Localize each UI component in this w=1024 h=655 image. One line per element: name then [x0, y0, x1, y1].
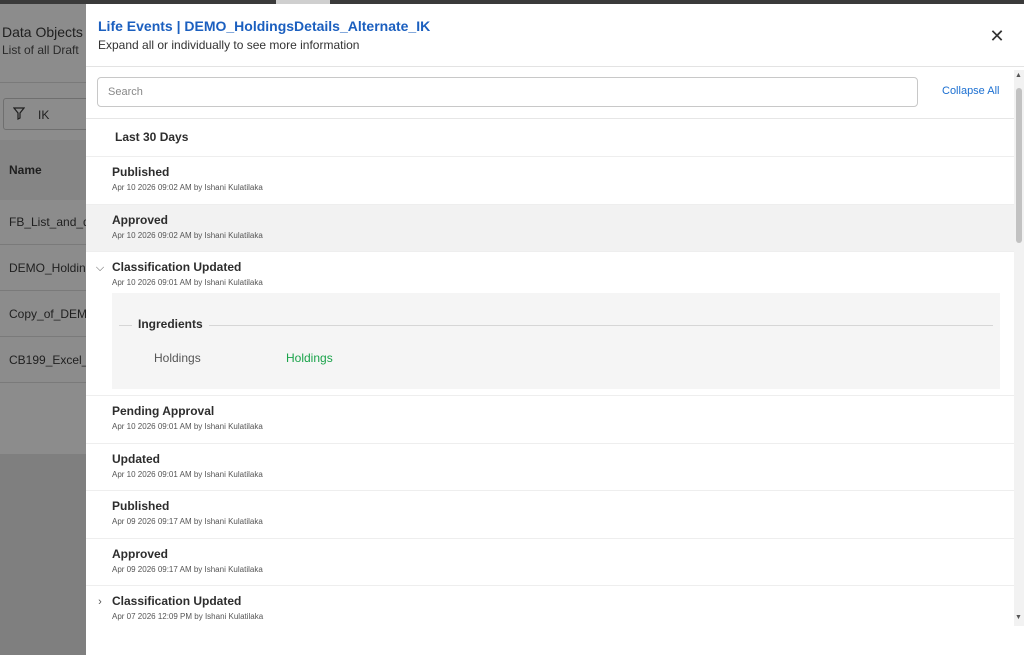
section-heading: Last 30 Days — [86, 119, 1014, 157]
modal-header: Life Events | DEMO_HoldingsDetails_Alter… — [86, 4, 1024, 67]
search-input[interactable] — [97, 77, 918, 107]
event-meta: Apr 09 2026 09:17 AM by Ishani Kulatilak… — [112, 517, 263, 526]
detail-new-value: Holdings — [286, 351, 333, 365]
event-meta: Apr 10 2026 09:01 AM by Ishani Kulatilak… — [112, 422, 263, 431]
event-meta: Apr 10 2026 09:02 AM by Ishani Kulatilak… — [112, 230, 263, 240]
scroll-up-icon[interactable]: ▲ — [1015, 72, 1022, 79]
event-item[interactable]: Published Apr 09 2026 09:17 AM by Ishani… — [86, 491, 1014, 539]
event-meta: Apr 07 2026 12:09 PM by Ishani Kulatilak… — [112, 612, 264, 621]
background-filter-value: IK — [38, 108, 50, 122]
background-table-header: Name — [0, 140, 86, 200]
modal-title: Life Events | DEMO_HoldingsDetails_Alter… — [98, 18, 431, 34]
event-item[interactable]: Updated Apr 10 2026 09:01 AM by Ishani K… — [86, 444, 1014, 491]
table-cell-name: DEMO_Holding — [9, 261, 86, 275]
chevron-right-icon[interactable]: › — [94, 596, 106, 608]
life-events-modal: Life Events | DEMO_HoldingsDetails_Alter… — [86, 4, 1024, 655]
event-item[interactable]: Approved Apr 09 2026 09:17 AM by Ishani … — [86, 539, 1014, 586]
event-item[interactable]: Approved Apr 10 2026 09:02 AM by Ishani … — [86, 204, 1014, 252]
event-meta: Apr 10 2026 09:01 AM by Ishani Kulatilak… — [112, 278, 263, 287]
scroll-down-icon[interactable]: ▼ — [1015, 614, 1022, 621]
event-name: Updated — [112, 451, 160, 466]
event-item[interactable]: › Classification Updated Apr 07 2026 12:… — [86, 586, 1014, 626]
scrollbar-thumb[interactable] — [1016, 88, 1022, 243]
detail-old-value: Holdings — [154, 351, 201, 365]
event-meta: Apr 10 2026 09:01 AM by Ishani Kulatilak… — [112, 469, 263, 479]
table-cell-name: CB199_Excel_E — [9, 353, 86, 367]
event-item-expanded[interactable]: ⌵ Classification Updated Apr 10 2026 09:… — [86, 252, 1014, 396]
chevron-down-icon[interactable]: ⌵ — [94, 262, 106, 274]
event-name: Approved — [112, 546, 169, 561]
background-filter-input[interactable]: IK — [3, 98, 86, 130]
background-lower-area — [0, 454, 86, 655]
event-detail-panel: Ingredients Holdings Holdings — [112, 293, 1000, 389]
detail-field-label: Ingredients — [132, 317, 209, 331]
event-meta: Apr 09 2026 09:17 AM by Ishani Kulatilak… — [112, 564, 263, 574]
table-cell-name: FB_List_and_de — [9, 215, 86, 229]
scrollbar[interactable]: ▲ ▼ — [1014, 70, 1024, 626]
column-header-name: Name — [9, 163, 42, 177]
table-row[interactable]: CB199_Excel_E — [0, 338, 86, 383]
event-name: Published — [112, 499, 170, 513]
filter-icon — [13, 107, 25, 120]
table-row[interactable]: FB_List_and_de — [0, 200, 86, 245]
modal-subtitle: Expand all or individually to see more i… — [98, 38, 360, 52]
event-name: Pending Approval — [112, 404, 215, 418]
table-cell-name: Copy_of_DEMO — [9, 307, 86, 321]
event-meta: Apr 10 2026 09:02 AM by Ishani Kulatilak… — [112, 183, 263, 192]
background-page: Data Objects List of all Draft IK Name F… — [0, 4, 86, 655]
background-page-title: Data Objects — [2, 24, 83, 40]
close-icon[interactable]: ✕ — [986, 26, 1008, 48]
events-list: Last 30 Days Published Apr 10 2026 09:02… — [86, 118, 1014, 626]
divider — [0, 82, 86, 83]
collapse-all-link[interactable]: Collapse All — [942, 85, 999, 97]
divider — [119, 325, 993, 326]
event-name: Approved — [112, 212, 169, 227]
table-row[interactable]: Copy_of_DEMO — [0, 292, 86, 337]
background-page-subtitle: List of all Draft — [2, 43, 79, 57]
event-name: Published — [112, 165, 170, 179]
table-row[interactable]: DEMO_Holding — [0, 246, 86, 291]
event-name: Classification Updated — [112, 594, 242, 608]
event-name: Classification Updated — [112, 260, 242, 274]
event-item[interactable]: Published Apr 10 2026 09:02 AM by Ishani… — [86, 157, 1014, 205]
event-item[interactable]: Pending Approval Apr 10 2026 09:01 AM by… — [86, 396, 1014, 444]
